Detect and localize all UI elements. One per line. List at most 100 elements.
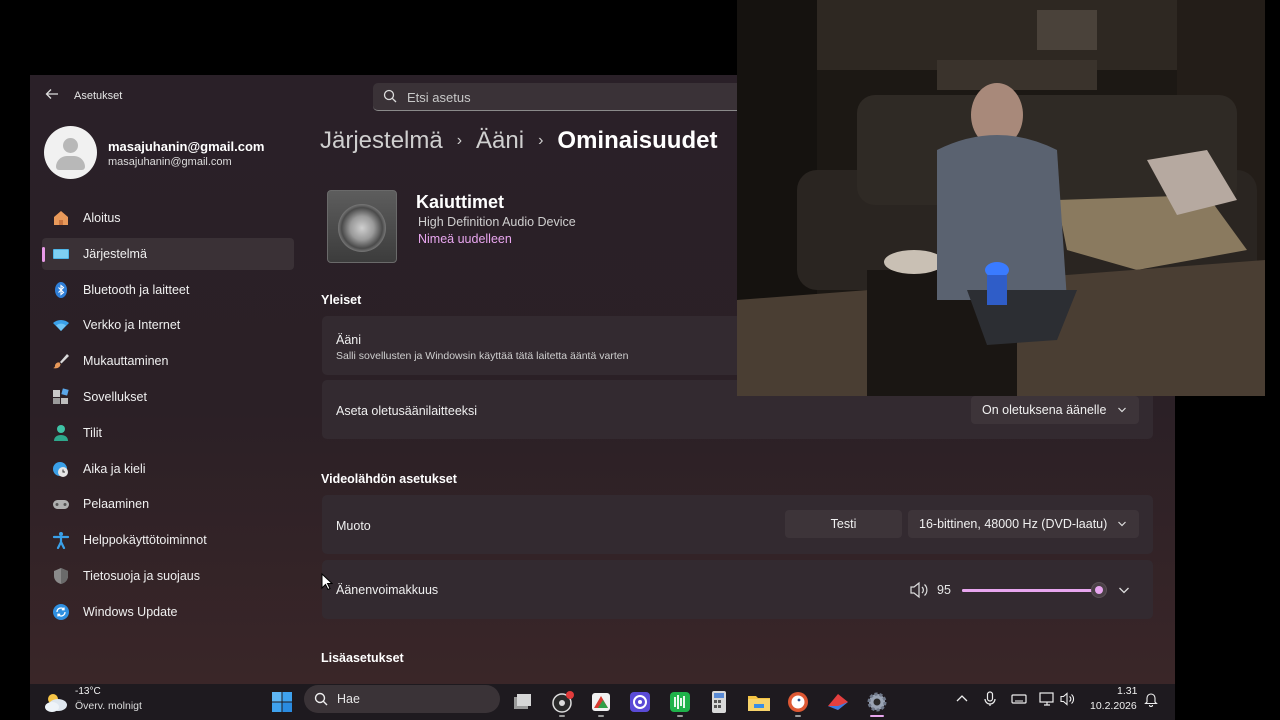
shield-icon [54,567,68,584]
breadcrumb-chevron-icon: › [538,132,544,149]
microphone-icon[interactable] [982,691,998,707]
taskbar: -13°C Överv. molnigt Hae 1.31 10.2.2026 [30,684,1175,720]
sidebar-item-tietosuoja[interactable]: Tietosuoja ja suojaus [42,560,294,592]
sidebar-item-label: Tilit [83,425,102,440]
search-input[interactable] [407,87,767,107]
dropdown-value: On oletuksena äänelle [982,403,1107,417]
file-explorer-icon[interactable] [745,688,773,716]
weather-temperature: -13°C [75,686,101,697]
breadcrumb: Järjestelmä › Ääni › Ominaisuudet [320,127,717,155]
sidebar-item-sovellukset[interactable]: Sovellukset [42,381,294,413]
avatar-head [63,138,78,153]
sidebar-item-label: Verkko ja Internet [83,318,181,333]
sidebar-item-windows-update[interactable]: Windows Update [42,596,294,628]
gamepad-icon [53,500,69,510]
network-icon[interactable] [1039,691,1055,707]
breadcrumb-jarjestelma[interactable]: Järjestelmä [320,127,443,155]
sidebar-item-tilit[interactable]: Tilit [42,417,294,449]
taskbar-search[interactable]: Hae [304,685,500,713]
sidebar-item-label: Windows Update [83,604,178,619]
avatar-body [56,156,85,170]
section-heading-more: Lisäasetukset [321,651,404,665]
pinned-indicator [677,715,683,717]
clock-time[interactable]: 1.31 [1117,685,1137,697]
apps-icon [53,388,69,404]
media-app-icon[interactable] [587,688,615,716]
speaker-cone [338,204,386,252]
notification-bell-icon[interactable] [1143,691,1159,707]
default-device-title: Aseta oletusäänilaitteeksi [336,404,478,418]
sidebar-item-label: Pelaaminen [83,497,150,512]
page-title: Ominaisuudet [557,127,718,154]
chevron-down-icon[interactable] [1118,585,1130,595]
mail-app-icon[interactable] [824,688,852,716]
home-icon [54,211,68,225]
sidebar-item-verkko[interactable]: Verkko ja Internet [42,309,294,341]
sidebar-item-label: Tietosuoja ja suojaus [83,568,200,583]
section-heading-output: Videolähdön asetukset [321,472,457,486]
settings-search[interactable] [373,83,793,111]
pinned-indicator [559,715,565,717]
windows-start-icon[interactable] [268,688,296,716]
sidebar-item-label: Järjestelmä [83,246,147,261]
system-icon [53,248,69,259]
obs-camera-icon[interactable] [548,688,576,716]
sidebar-item-mukauttaminen[interactable]: Mukauttaminen [42,345,294,377]
cloud-sun-icon[interactable] [43,691,69,713]
back-arrow-icon[interactable] [42,87,62,107]
volume-slider[interactable] [962,582,1107,598]
mouse-cursor-icon [321,573,333,591]
volume-value: 95 [937,583,951,597]
keyboard-icon[interactable] [1011,691,1027,707]
brush-icon [53,354,69,369]
sidebar-nav: Aloitus Järjestelmä Bluetooth ja laittee… [42,202,294,632]
task-view-icon[interactable] [508,688,536,716]
calculator-icon[interactable] [705,688,733,716]
accessibility-icon [52,532,70,550]
volume-icon[interactable] [1060,691,1076,707]
device-subtitle: High Definition Audio Device [418,215,576,229]
sidebar-item-helppokayttotoiminnot[interactable]: Helppokäyttötoiminnot [42,524,294,556]
sidebar-item-label: Sovellukset [83,389,147,404]
sidebar-item-label: Mukauttaminen [83,354,169,369]
volume-title: Äänenvoimakkuus [336,583,439,597]
speaker-volume-icon[interactable] [909,581,929,599]
format-dropdown[interactable]: 16-bittinen, 48000 Hz (DVD-laatu) [908,510,1139,538]
device-name: Kaiuttimet [416,192,505,212]
sidebar-item-bluetooth[interactable]: Bluetooth ja laitteet [42,274,294,306]
clock-globe-icon [53,461,68,477]
rename-link[interactable]: Nimeä uudelleen [418,232,512,246]
section-heading-general: Yleiset [321,293,362,307]
chevron-down-icon [1118,407,1126,413]
podcast-app-icon[interactable] [626,688,654,716]
duckduckgo-icon[interactable] [784,688,812,716]
chevron-up-icon[interactable] [954,691,970,707]
audio-editor-icon[interactable] [666,688,694,716]
default-device-dropdown[interactable]: On oletuksena äänelle [971,396,1139,424]
app-title: Asetukset [74,90,123,102]
taskbar-search-label: Hae [337,692,360,706]
pinned-indicator [795,715,801,717]
slider-thumb[interactable] [1090,582,1107,598]
speaker-icon [327,190,397,263]
webcam-video-frame [737,0,1265,396]
audio-allow-title: Ääni [336,333,362,347]
slider-fill [962,589,1099,592]
breadcrumb-aani[interactable]: Ääni [476,127,524,155]
dropdown-value: 16-bittinen, 48000 Hz (DVD-laatu) [919,517,1108,531]
account-icon [54,424,68,441]
settings-gear-icon[interactable] [863,688,891,716]
avatar[interactable] [44,126,97,179]
update-icon [53,603,69,620]
profile-name: masajuhanin@gmail.com [108,139,265,154]
sidebar-item-label: Bluetooth ja laitteet [83,282,190,297]
format-card: Muoto Testi 16-bittinen, 48000 Hz (DVD-l… [322,495,1153,554]
sidebar-item-jarjestelma[interactable]: Järjestelmä [42,237,294,270]
test-button[interactable]: Testi [785,510,902,538]
clock-date[interactable]: 10.2.2026 [1090,700,1137,712]
sidebar-item-aloitus[interactable]: Aloitus [42,202,294,234]
chevron-down-icon [1118,521,1126,527]
sidebar-item-pelaaminen[interactable]: Pelaaminen [42,488,294,520]
sidebar-item-aika-ja-kieli[interactable]: Aika ja kieli [42,453,294,485]
sidebar-item-label: Helppokäyttötoiminnot [83,533,207,548]
